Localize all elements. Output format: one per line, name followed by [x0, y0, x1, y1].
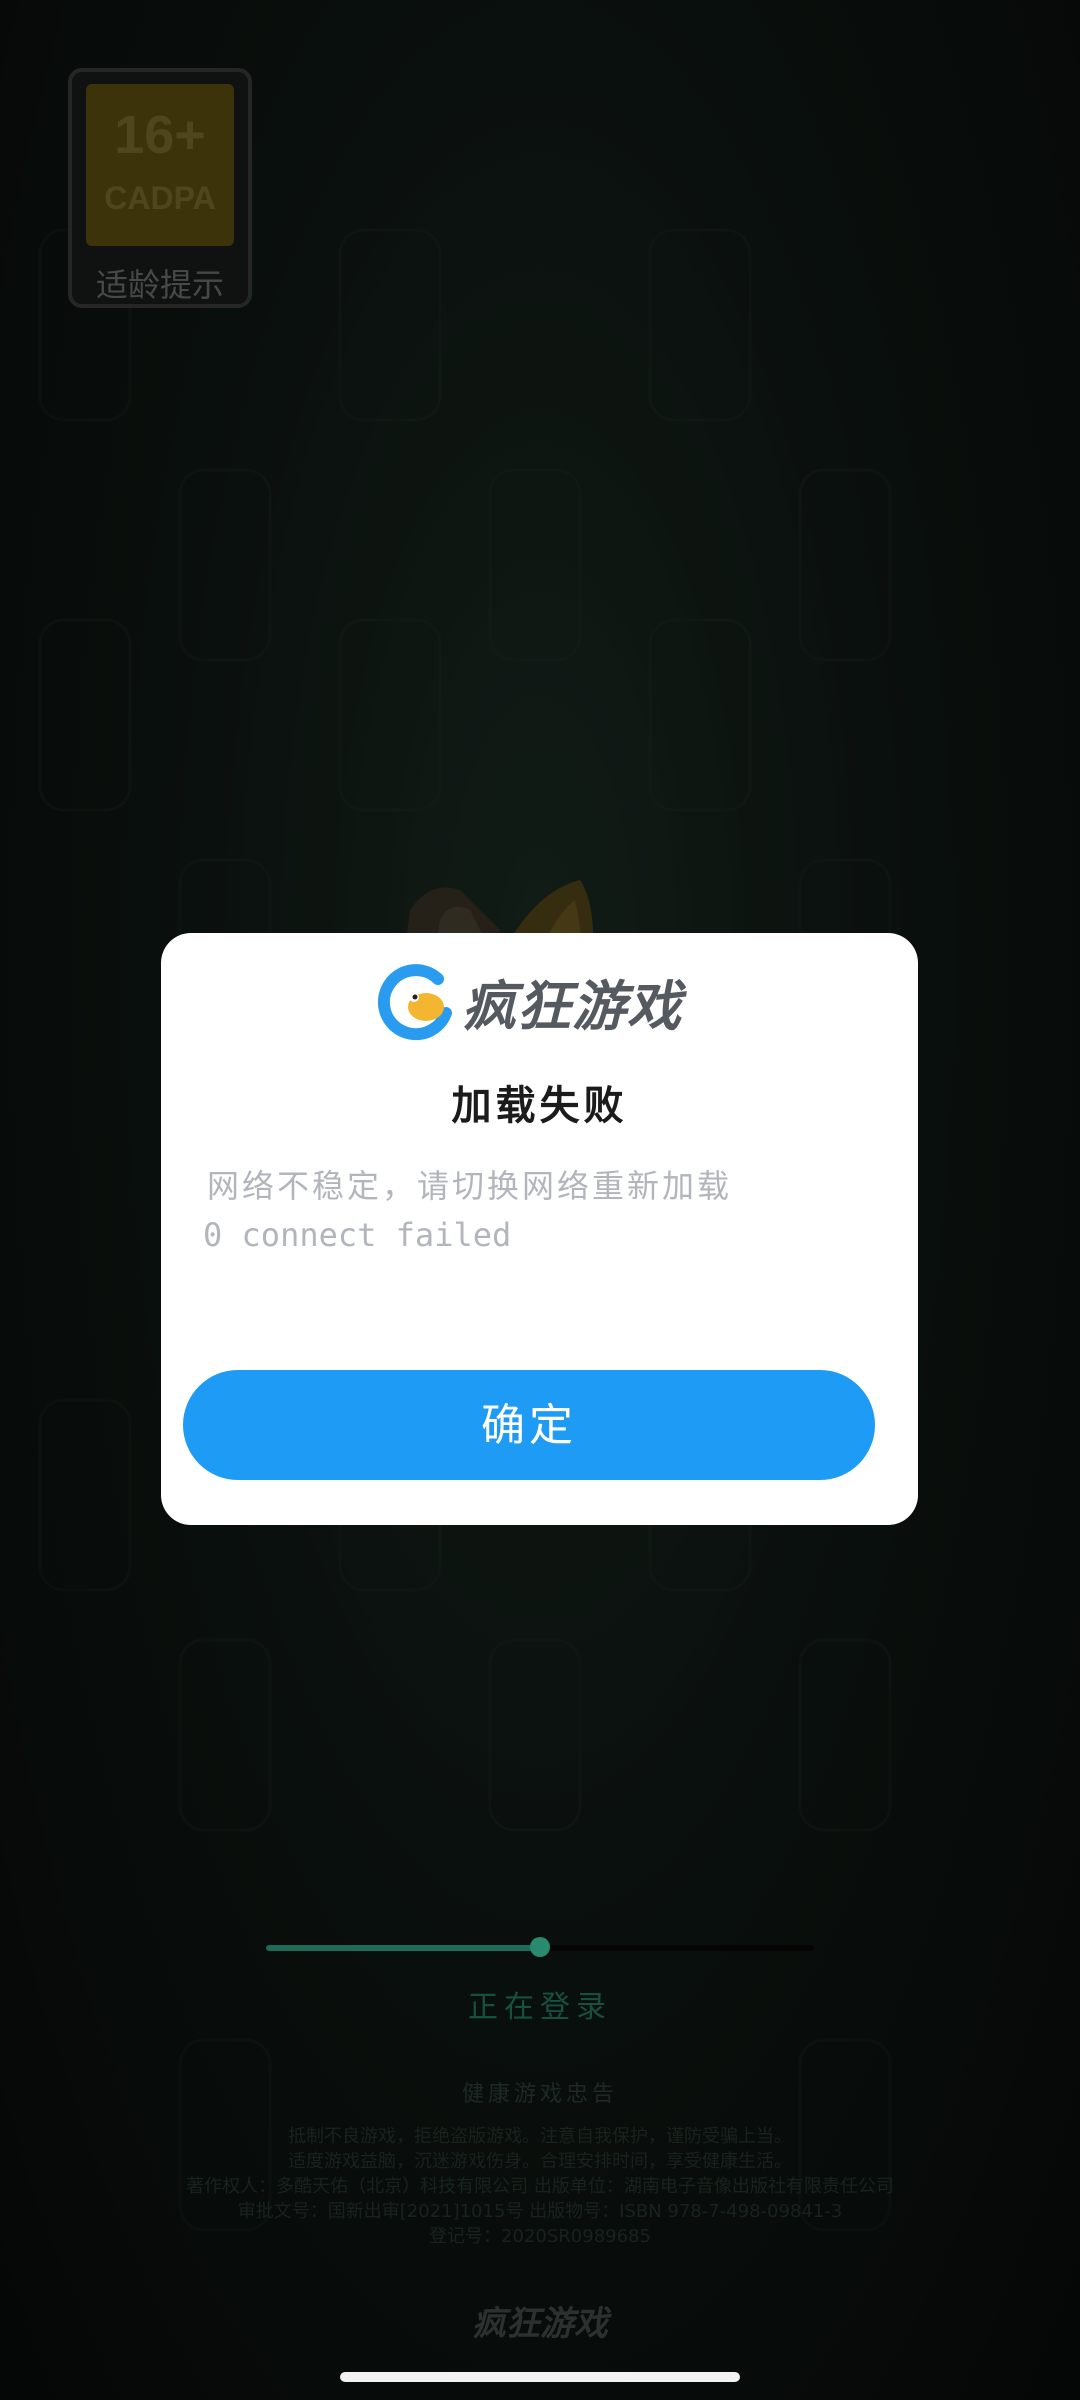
health-notice-line: 适度游戏益脑，沉迷游戏伤身。合理安排时间，享受健康生活。	[288, 2151, 792, 2172]
loading-status-text: 正在登录	[468, 1990, 612, 2025]
dialog-error-detail: 0 connect failed	[203, 1216, 512, 1254]
loading-progress-knob	[530, 1937, 550, 1957]
load-failed-dialog: 疯狂游戏 加载失败 网络不稳定，请切换网络重新加载 0 connect fail…	[161, 933, 918, 1525]
footer-brand-logo: 疯狂游戏	[0, 2296, 1080, 2345]
dialog-brand-logo: 疯狂游戏	[376, 961, 682, 1041]
health-notice-title: 健康游戏忠告	[461, 2082, 618, 2107]
dialog-title: 加载失败	[451, 1083, 628, 1129]
dialog-message: 网络不稳定，请切换网络重新加载	[207, 1167, 733, 1205]
health-notice-text: 抵制不良游戏，拒绝盗版游戏。注意自我保护，谨防受骗上当。 适度游戏益脑，沉迷游戏…	[60, 2124, 1020, 2249]
health-notice-line: 著作权人：多酷天佑（北京）科技有限公司 出版单位：湖南电子音像出版社有限责任公司	[186, 2176, 894, 2197]
screen: 16+ CADPA 适龄提示 疯狂游戏 加载失败 网络不稳定，请切换网络重新加载…	[0, 0, 1080, 2400]
dialog-brand-name: 疯狂游戏	[462, 974, 682, 1038]
brand-logo-icon	[377, 964, 452, 1041]
footer-brand-name: 疯狂游戏	[472, 2304, 608, 2344]
loading-progress-bar	[266, 1937, 814, 1957]
health-notice-line: 审批文号：国新出审[2021]1015号 出版物号：ISBN 978-7-498…	[237, 2201, 843, 2222]
loading-progress-fill	[266, 1945, 540, 1951]
home-indicator[interactable]	[340, 2372, 740, 2382]
health-notice-line: 登记号：2020SR0989685	[429, 2226, 651, 2247]
health-notice-line: 抵制不良游戏，拒绝盗版游戏。注意自我保护，谨防受骗上当。	[288, 2126, 792, 2147]
confirm-button[interactable]: 确定	[183, 1370, 875, 1480]
